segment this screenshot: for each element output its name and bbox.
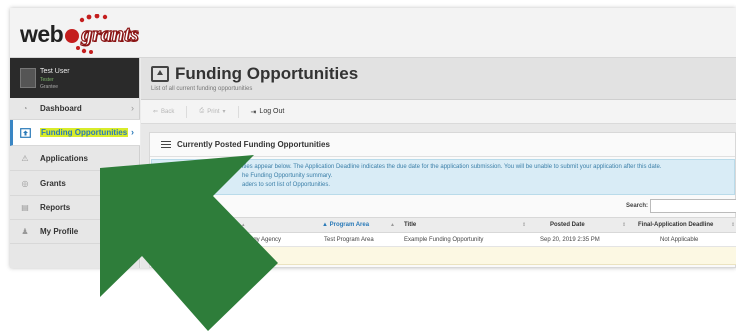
table-footer [150,247,736,265]
sidebar-item-label: Reports [40,203,71,212]
sidebar-item-my-profile[interactable]: ♟ My Profile [10,220,140,244]
logout-label: Log Out [259,108,285,115]
reports-icon: ▤ [21,203,29,212]
toolbar: ⇐ Back ⎙ Print ▾ ⇥ Log Out [141,100,736,124]
sort-icon[interactable]: ⇕ [731,222,735,228]
profile-icon: ♟ [21,227,29,236]
sidebar-item-funding-opportunities[interactable]: Funding Opportunities › [10,120,140,146]
column-header-program-area[interactable]: ▲ Program Area [322,222,369,228]
sidebar: Test User Tester Grantee ◔ Dashboard › F… [10,58,140,268]
logo-dots-icon [76,14,108,54]
column-header-deadline[interactable]: Final-Application Deadline [638,222,713,228]
print-icon: ⎙ [199,108,205,114]
column-header-label: Program Area [329,222,370,228]
search-input[interactable] [650,199,736,213]
sidebar-item-applications[interactable]: ⚠ Applications [10,146,140,171]
logo-text-web: web [20,20,64,47]
toolbar-divider [186,105,188,118]
back-arrow-icon: ⇐ [153,109,159,115]
list-icon [161,140,171,149]
panel-title: Currently Posted Funding Opportunities [177,140,330,149]
funding-opportunities-icon [151,66,169,82]
dashboard-icon: ◔ [22,104,28,113]
sort-icon[interactable]: ▲ [390,222,395,228]
page-title: Funding Opportunities [175,64,359,83]
opportunities-panel: Currently Posted Funding Opportunities i… [149,132,736,268]
cell-agency: nology Agency [242,237,282,243]
logout-button[interactable]: ⇥ Log Out [251,108,285,116]
panel-header: Currently Posted Funding Opportunities [150,133,735,157]
info-line: he Funding Opportunity summary. [242,173,333,179]
header-bar: web grants [10,8,736,58]
table-header-row: ▴ ▲ Program Area ▲ Title ⇕ Posted Date ⇕… [150,217,736,233]
caret-down-icon: ▾ [222,109,226,115]
user-name: Test User [40,68,70,75]
avatar [20,68,36,88]
toolbar-divider [237,105,239,118]
info-alert: ities appear below. The Application Dead… [151,159,735,195]
webgrants-logo[interactable]: web grants [20,14,139,54]
user-role: Tester [40,77,54,83]
page-header: Funding Opportunities List of all curren… [141,58,736,100]
chevron-right-icon: › [131,127,134,137]
logout-icon: ⇥ [250,108,257,116]
app-window: web grants Test User Tester Grantee ◔ Da… [10,8,736,268]
cell-title[interactable]: Example Funding Opportunity [404,237,483,243]
sort-icon[interactable]: ⇕ [622,222,626,228]
page-subtitle: List of all current funding opportunitie… [151,86,253,92]
column-header-title[interactable]: Title [404,222,416,228]
sidebar-item-dashboard[interactable]: ◔ Dashboard › [10,98,140,120]
print-button[interactable]: ⎙ Print ▾ [199,108,225,115]
back-label: Back [161,108,175,115]
cell-posted-date: Sep 20, 2019 2:35 PM [540,237,600,243]
chevron-right-icon: › [131,103,134,113]
sidebar-item-label: My Profile [40,227,79,236]
print-label: Print [207,108,220,115]
opportunities-table: ▴ ▲ Program Area ▲ Title ⇕ Posted Date ⇕… [150,217,736,265]
sidebar-item-label: Funding Opportunities [40,128,129,137]
info-line: ities appear below. The Application Dead… [242,164,662,170]
content-area: Currently Posted Funding Opportunities i… [141,124,736,268]
sidebar-item-grants[interactable]: ◎ Grants [10,171,140,196]
column-header-posted-date[interactable]: Posted Date [550,222,585,228]
sidebar-item-reports[interactable]: ▤ Reports [10,196,140,220]
user-panel: Test User Tester Grantee [10,58,139,98]
grants-icon: ◎ [21,178,29,188]
sidebar-item-label: Grants [40,178,66,188]
table-row[interactable]: nology Agency Test Program Area Example … [150,233,736,247]
back-button[interactable]: ⇐ Back [153,108,175,116]
sort-asc-icon: ▲ [322,222,330,228]
cell-deadline: Not Applicable [660,237,699,243]
info-line: aders to sort list of Opportunities. [242,182,331,188]
user-dept: Grantee [40,84,59,90]
sort-icon[interactable]: ▴ [242,222,245,228]
funding-icon [19,127,31,138]
applications-icon: ⚠ [21,153,29,163]
cell-program-area: Test Program Area [324,237,374,243]
search-row: Search: [150,195,736,217]
sidebar-item-label: Applications [40,153,89,163]
sort-icon[interactable]: ⇕ [522,222,526,228]
search-label: Search: [626,203,649,209]
sidebar-item-label: Dashboard [40,104,82,113]
